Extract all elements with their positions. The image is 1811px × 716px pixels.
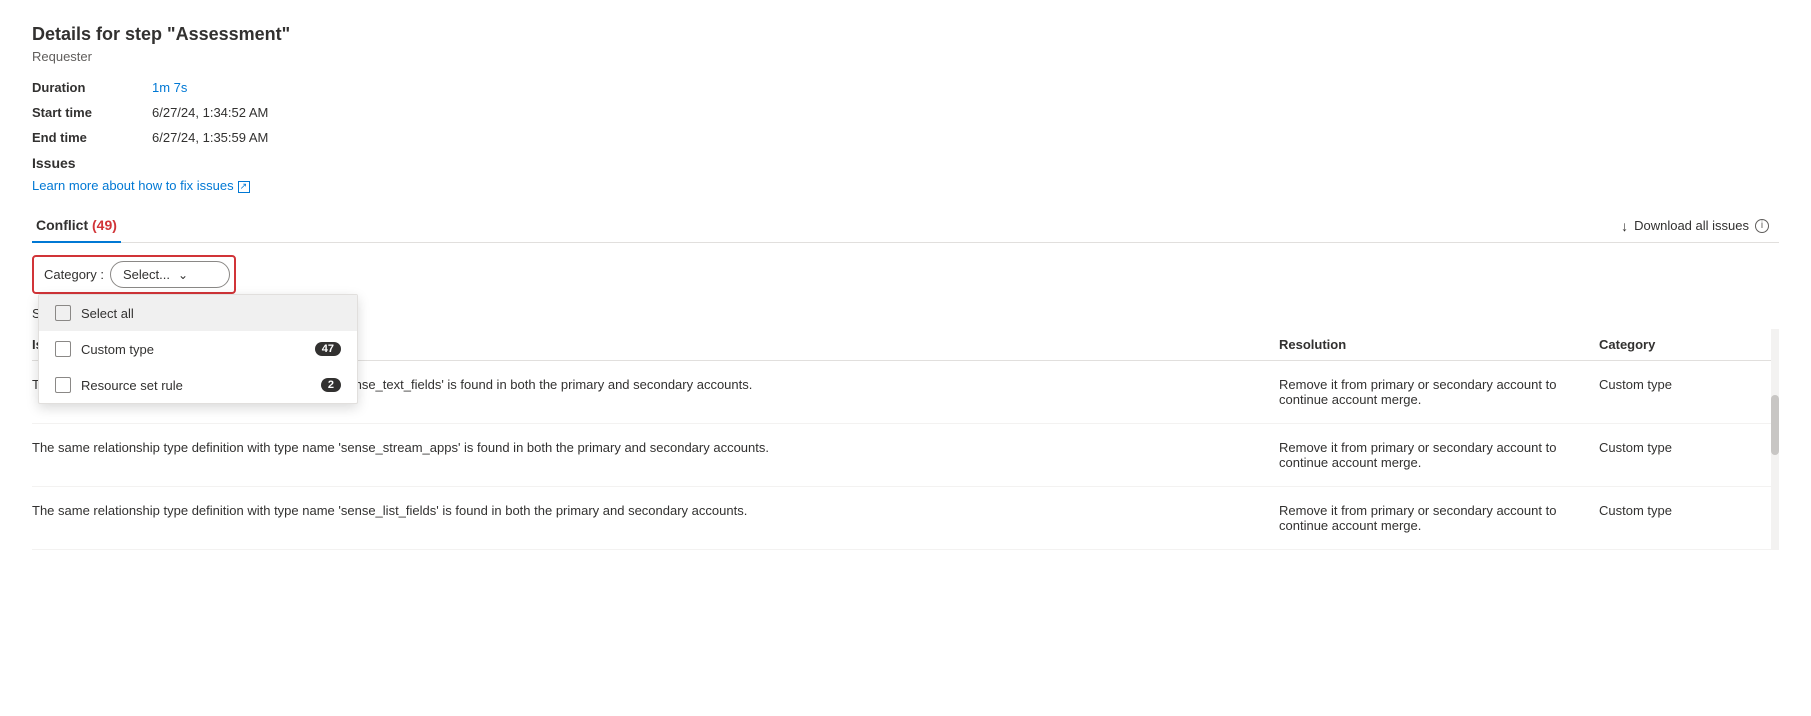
col-header-resolution: Resolution [1279,337,1599,352]
start-time-row: Start time 6/27/24, 1:34:52 AM [32,105,1779,120]
scrollbar-track[interactable] [1771,329,1779,550]
external-link-icon [238,181,250,193]
col-header-category: Category [1599,337,1779,352]
end-time-value: 6/27/24, 1:35:59 AM [152,130,268,145]
row-2-resolution: Remove it from primary or secondary acco… [1279,503,1599,533]
resource-set-rule-item[interactable]: Resource set rule 2 [39,367,357,403]
chevron-down-icon: ⌄ [178,268,188,282]
resource-set-rule-label: Resource set rule [81,378,311,393]
scrollbar-thumb[interactable] [1771,395,1779,455]
category-select[interactable]: Select... ⌄ [110,261,230,288]
duration-row: Duration 1m 7s [32,80,1779,95]
row-1-issue: The same relationship type definition wi… [32,440,1279,455]
row-0-resolution: Remove it from primary or secondary acco… [1279,377,1599,407]
conflict-tab-count: (49) [92,217,117,233]
category-dropdown-menu: Select all Custom type 47 Resource set r… [38,294,358,404]
row-2-issue: The same relationship type definition wi… [32,503,1279,518]
resource-set-rule-count: 2 [321,378,341,392]
table-row: The same relationship type definition wi… [32,424,1779,487]
custom-type-label: Custom type [81,342,305,357]
issues-label: Issues [32,155,1779,171]
end-time-label: End time [32,130,152,145]
learn-more-link[interactable]: Learn more about how to fix issues [32,178,250,193]
download-icon: ↓ [1621,218,1628,234]
row-0-category: Custom type [1599,377,1779,392]
custom-type-count: 47 [315,342,341,356]
start-time-value: 6/27/24, 1:34:52 AM [152,105,268,120]
select-all-checkbox[interactable] [55,305,71,321]
filter-box: Category : Select... ⌄ Select all Custom… [32,255,236,294]
tabs-row: Conflict (49) ↓ Download all issues i [32,209,1779,243]
end-time-row: End time 6/27/24, 1:35:59 AM [32,130,1779,145]
row-1-resolution: Remove it from primary or secondary acco… [1279,440,1599,470]
row-1-category: Custom type [1599,440,1779,455]
download-label: Download all issues [1634,218,1749,233]
learn-more-text: Learn more about how to fix issues [32,178,234,193]
category-filter-label: Category : [38,263,110,286]
select-all-label: Select all [81,306,341,321]
resource-set-rule-checkbox[interactable] [55,377,71,393]
duration-label: Duration [32,80,152,95]
filter-row: Category : Select... ⌄ Select all Custom… [32,255,1779,294]
info-icon[interactable]: i [1755,219,1769,233]
duration-value: 1m 7s [152,80,187,95]
start-time-label: Start time [32,105,152,120]
select-all-item[interactable]: Select all [39,295,357,331]
custom-type-checkbox[interactable] [55,341,71,357]
page-container: Details for step "Assessment" Requester … [0,0,1811,716]
table-row: The same relationship type definition wi… [32,487,1779,550]
conflict-tab-label: Conflict [36,217,88,233]
row-2-category: Custom type [1599,503,1779,518]
custom-type-item[interactable]: Custom type 47 [39,331,357,367]
requester-label: Requester [32,49,1779,64]
conflict-tab[interactable]: Conflict (49) [32,209,121,243]
select-placeholder: Select... [123,267,170,282]
download-all-button[interactable]: ↓ Download all issues i [1611,212,1779,240]
page-title: Details for step "Assessment" [32,24,1779,45]
